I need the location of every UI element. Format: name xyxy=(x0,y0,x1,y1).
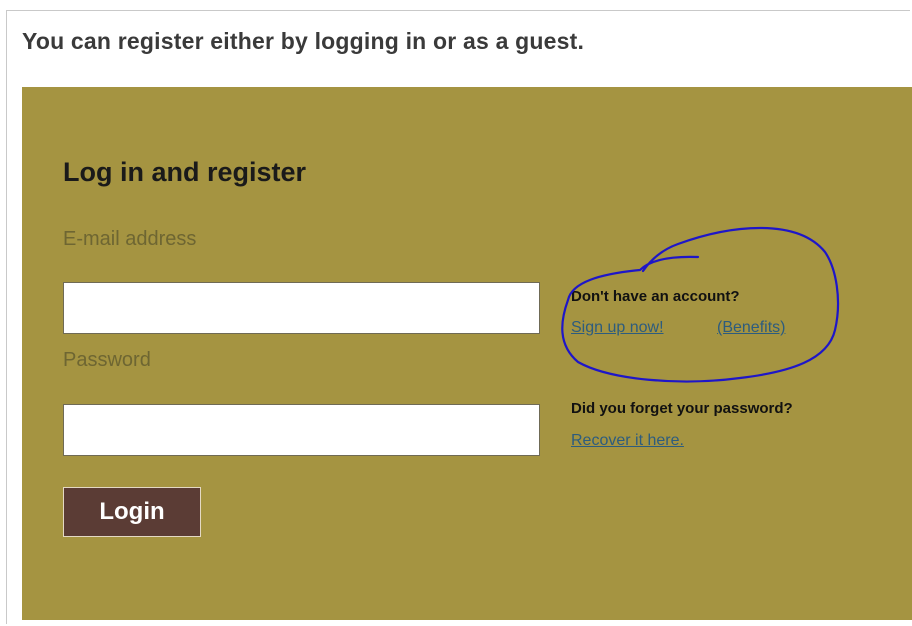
login-heading: Log in and register xyxy=(63,157,307,187)
password-label: Password xyxy=(63,349,151,371)
forgot-password-text: Did you forget your password? xyxy=(571,400,793,417)
benefits-link[interactable]: (Benefits) xyxy=(717,319,785,337)
login-button[interactable]: Login xyxy=(63,487,201,537)
email-input[interactable] xyxy=(63,282,540,334)
email-label: E-mail address xyxy=(63,228,197,250)
login-panel: Log in and register E-mail address Passw… xyxy=(22,87,912,620)
signup-link[interactable]: Sign up now! xyxy=(571,319,664,337)
intro-text: You can register either by logging in or… xyxy=(22,28,585,54)
recover-password-link[interactable]: Recover it here. xyxy=(571,432,684,450)
no-account-text: Don't have an account? xyxy=(571,288,740,305)
password-input[interactable] xyxy=(63,404,540,456)
